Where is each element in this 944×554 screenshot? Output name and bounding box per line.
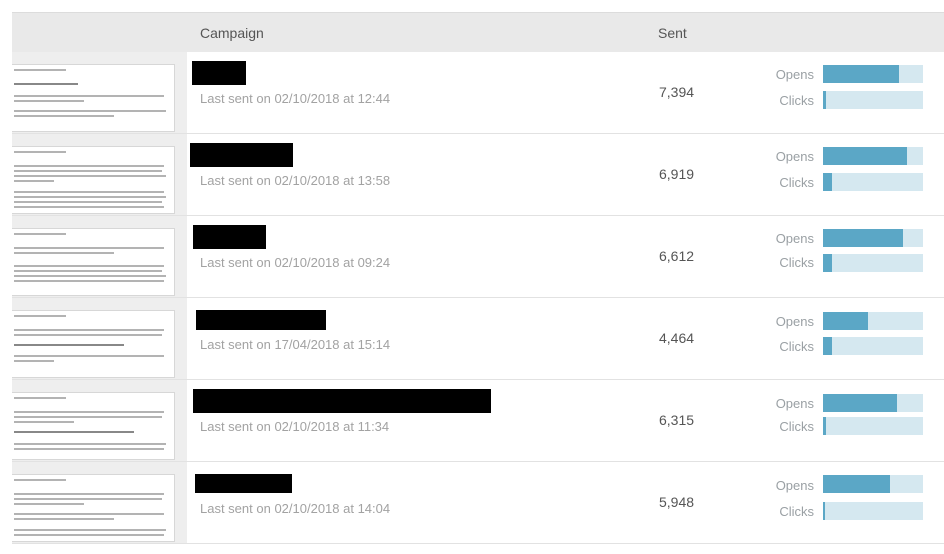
email-preview-thumbnail[interactable] [12,310,175,378]
clicks-bar [823,254,923,272]
last-sent-text: Last sent on 02/10/2018 at 12:44 [200,91,391,106]
opens-bar [823,147,923,165]
opens-label: Opens [775,67,814,82]
clicks-bar [823,417,923,435]
thumbnail-column [12,380,187,461]
opens-bar [823,475,923,493]
campaign-row[interactable]: Last sent on 02/10/2018 at 14:04 5,948 O… [12,462,944,544]
sent-count: 4,464 [659,330,695,346]
opens-bar-fill [823,475,890,493]
clicks-label: Clicks [779,175,814,190]
clicks-bar-fill [823,91,826,109]
redacted-campaign-name[interactable] [190,143,293,167]
thumbnail-column [12,298,187,379]
email-preview-thumbnail[interactable] [12,392,175,460]
clicks-bar-fill [823,173,832,191]
clicks-label: Clicks [779,339,814,354]
opens-bar-fill [823,147,907,165]
campaign-table: Campaign Sent Last sent on 02/10/2018 at… [0,0,944,554]
clicks-bar-fill [823,502,825,520]
opens-bar [823,229,923,247]
email-preview-thumbnail[interactable] [12,474,175,542]
clicks-bar-fill [823,337,832,355]
opens-bar-fill [823,65,899,83]
thumbnail-column [12,52,187,133]
clicks-bar [823,337,923,355]
sent-count: 7,394 [659,84,695,100]
thumbnail-column [12,462,187,543]
last-sent-text: Last sent on 02/10/2018 at 09:24 [200,255,391,270]
opens-label: Opens [775,231,814,246]
clicks-bar [823,173,923,191]
campaign-row[interactable]: Last sent on 02/10/2018 at 11:34 6,315 O… [12,380,944,462]
redacted-campaign-name[interactable] [193,389,491,413]
thumbnail-column [12,134,187,215]
table-header: Campaign Sent [12,12,944,53]
clicks-label: Clicks [779,504,814,519]
redacted-campaign-name[interactable] [196,310,326,330]
campaign-row[interactable]: Last sent on 02/10/2018 at 12:44 7,394 O… [12,52,944,134]
opens-label: Opens [775,396,814,411]
opens-bar [823,394,923,412]
redacted-campaign-name[interactable] [192,61,246,85]
email-preview-thumbnail[interactable] [12,228,175,296]
opens-bar-fill [823,229,903,247]
sent-count: 6,315 [659,412,695,428]
clicks-bar-fill [823,417,826,435]
last-sent-text: Last sent on 17/04/2018 at 15:14 [200,337,391,352]
clicks-bar [823,502,923,520]
clicks-label: Clicks [779,419,814,434]
opens-bar-fill [823,312,868,330]
redacted-campaign-name[interactable] [195,474,292,493]
last-sent-text: Last sent on 02/10/2018 at 14:04 [200,501,391,516]
last-sent-text: Last sent on 02/10/2018 at 11:34 [200,419,390,434]
opens-label: Opens [775,314,814,329]
redacted-campaign-name[interactable] [193,225,266,249]
sent-count: 6,612 [659,248,695,264]
opens-bar [823,312,923,330]
opens-bar [823,65,923,83]
last-sent-text: Last sent on 02/10/2018 at 13:58 [200,173,391,188]
clicks-label: Clicks [779,255,814,270]
email-preview-thumbnail[interactable] [12,146,175,214]
thumbnail-column [12,216,187,297]
sent-column-header[interactable]: Sent [658,25,687,41]
campaign-row[interactable]: Last sent on 02/10/2018 at 09:24 6,612 O… [12,216,944,298]
clicks-bar [823,91,923,109]
campaign-row[interactable]: Last sent on 17/04/2018 at 15:14 4,464 O… [12,298,944,380]
sent-count: 6,919 [659,166,695,182]
email-preview-thumbnail[interactable] [12,64,175,132]
opens-label: Opens [775,478,814,493]
clicks-label: Clicks [779,93,814,108]
opens-label: Opens [775,149,814,164]
opens-bar-fill [823,394,897,412]
campaign-column-header[interactable]: Campaign [200,25,264,41]
sent-count: 5,948 [659,494,695,510]
campaign-row[interactable]: Last sent on 02/10/2018 at 13:58 6,919 O… [12,134,944,216]
clicks-bar-fill [823,254,832,272]
